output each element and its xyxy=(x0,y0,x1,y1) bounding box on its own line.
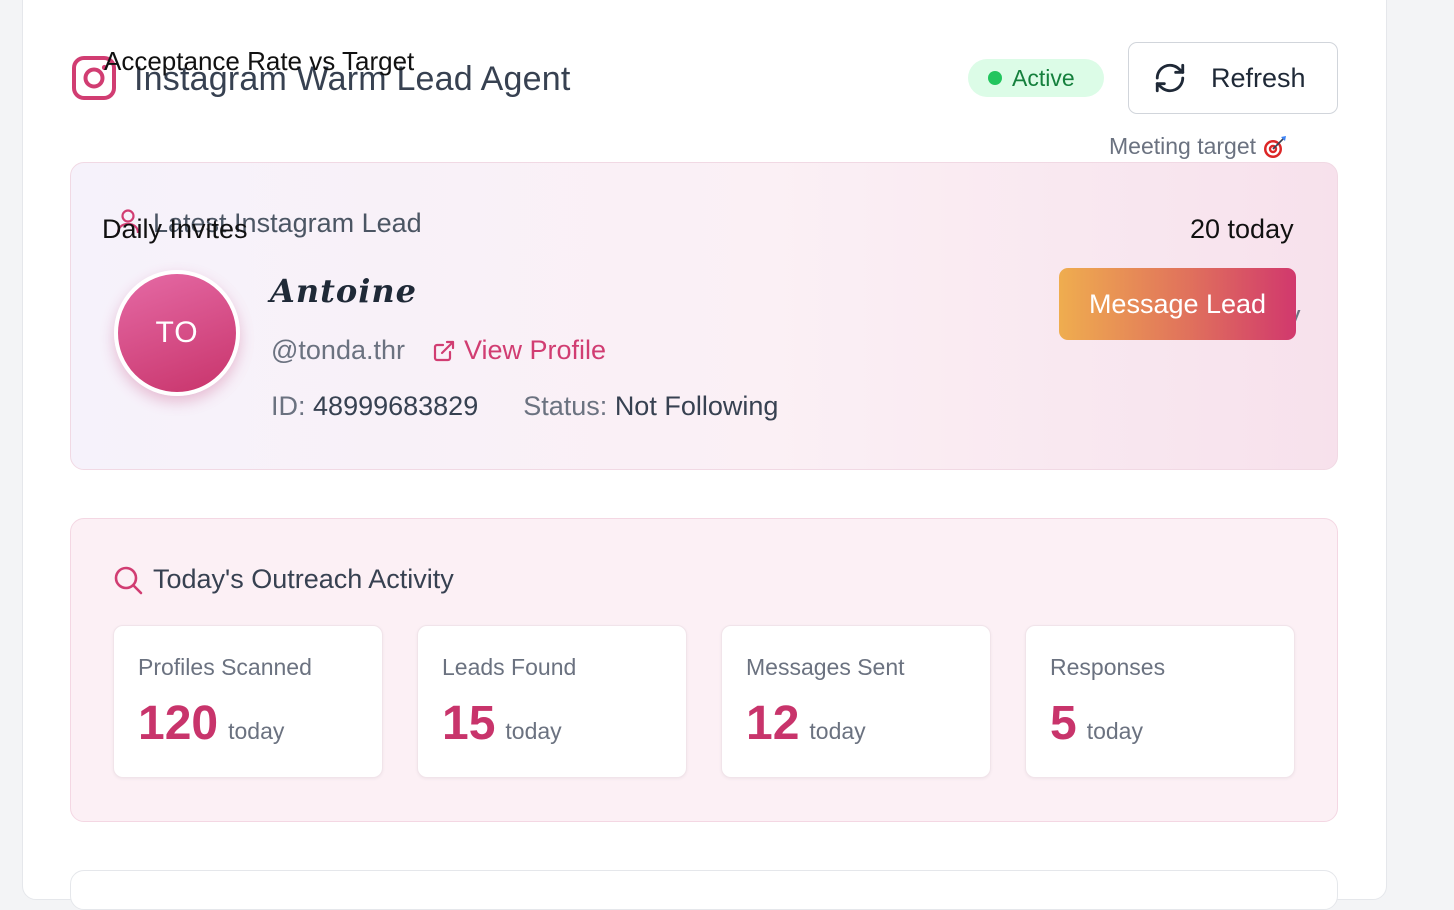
refresh-label: Refresh xyxy=(1211,62,1306,93)
avatar-initials: TO xyxy=(155,316,199,349)
stat-unit: today xyxy=(1086,718,1143,744)
view-profile-link[interactable]: View Profile xyxy=(432,335,606,366)
id-value: 48999683829 xyxy=(313,391,479,421)
stat-row: 15 today xyxy=(442,696,562,751)
meeting-target-label: Meeting target xyxy=(1109,133,1288,160)
stat-value: 15 xyxy=(442,697,496,750)
lead-handle: @tonda.thr xyxy=(271,335,405,365)
view-profile-label: View Profile xyxy=(464,335,607,365)
stat-label: Profiles Scanned xyxy=(138,654,312,680)
next-section-card xyxy=(70,870,1338,910)
stat-value: 5 xyxy=(1050,697,1077,750)
stat-value: 120 xyxy=(138,697,219,750)
status-text: Active xyxy=(1012,64,1075,91)
search-icon xyxy=(114,566,143,595)
external-link-icon xyxy=(433,340,455,361)
stat-card-leads-found: Leads Found 15 today xyxy=(417,625,687,778)
refresh-icon xyxy=(1155,63,1185,93)
stat-card-profiles-scanned: Profiles Scanned 120 today xyxy=(113,625,383,778)
overlay-chart-title: Acceptance Rate vs Target xyxy=(104,46,415,76)
stat-unit: today xyxy=(228,718,285,744)
stat-row: 5 today xyxy=(1050,696,1143,751)
refresh-button[interactable]: Refresh xyxy=(1128,42,1338,114)
stat-card-responses: Responses 5 today xyxy=(1025,625,1295,778)
stat-unit: today xyxy=(809,718,866,744)
id-label: ID: xyxy=(271,391,306,421)
message-lead-button[interactable]: Message Lead xyxy=(1059,268,1296,340)
status-label: Status: xyxy=(523,391,608,421)
page-background xyxy=(1387,0,1454,874)
status-badge: Active xyxy=(968,59,1104,97)
stat-row: 12 today xyxy=(746,696,866,751)
target-icon xyxy=(1264,135,1287,158)
stat-label: Messages Sent xyxy=(746,654,905,680)
stat-label: Responses xyxy=(1050,654,1166,680)
status-dot xyxy=(988,71,1002,85)
stat-unit: today xyxy=(505,718,562,744)
status-value: Not Following xyxy=(614,391,779,421)
stat-row: 120 today xyxy=(138,696,284,751)
overlay-daily-invites: Daily Invites xyxy=(102,214,248,244)
outreach-heading: Today's Outreach Activity xyxy=(153,564,454,594)
stat-value: 12 xyxy=(746,697,800,750)
lead-meta: ID: 48999683829 Status: Not Following xyxy=(271,391,778,422)
meeting-target-text: Meeting target xyxy=(1109,133,1257,159)
lead-name: Antoine xyxy=(270,272,417,310)
stat-label: Leads Found xyxy=(442,654,577,680)
avatar: TO xyxy=(114,270,240,396)
stat-card-messages-sent: Messages Sent 12 today xyxy=(721,625,991,778)
overlay-today-count: 20 today xyxy=(1190,214,1294,244)
